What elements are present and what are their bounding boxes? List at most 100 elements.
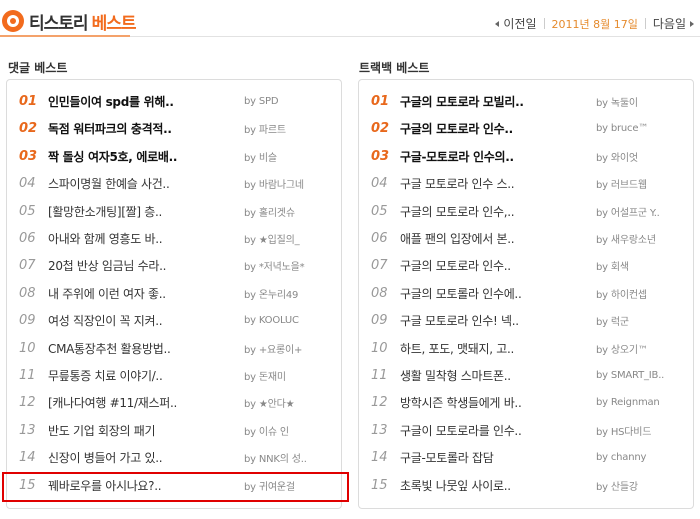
post-author: by KOOLUC [244, 315, 299, 327]
post-title-link[interactable]: 독점 워터파크의 충격적.. [48, 120, 172, 137]
post-title-link[interactable]: 구글-모토롤라 잡담 [400, 449, 494, 466]
trackback-best-list-item[interactable]: 09 구글 모토로라 인수! 넥.. by 럭군 [359, 307, 693, 334]
post-title-link[interactable]: 여성 직장인이 꼭 지켜.. [48, 312, 163, 329]
post-title-link[interactable]: 내 주위에 이런 여자 좋.. [48, 285, 166, 302]
trackback-best-list-item[interactable]: 03 구글-모토로라 인수의.. by 와이엇 [359, 143, 693, 170]
post-author: by HS다비드 [596, 426, 652, 438]
post-title-link[interactable]: [활망한소개팅][짤] 층.. [48, 203, 162, 220]
comment-best-list-item[interactable]: 02 독점 워터파크의 충격적.. by 파르트 [7, 115, 341, 142]
comment-best-list-item[interactable]: 07 20첩 반상 임금님 수라.. by *저녁노을* [7, 252, 341, 279]
comment-best-list-item[interactable]: 10 CMA통장추천 활용방법.. by +요롱이+ [7, 335, 341, 362]
nav-separator [543, 18, 545, 29]
prev-day-label: 이전일 [503, 17, 537, 31]
post-title-link[interactable]: 구글의 모토로라 인수.. [400, 120, 513, 137]
post-title-link[interactable]: 하트, 포도, 맷돼지, 고.. [400, 340, 514, 357]
next-day-link[interactable]: 다음일 [653, 15, 694, 32]
rank-number: 07 [371, 258, 388, 274]
rank-number: 10 [19, 340, 36, 356]
trackback-best-list-item[interactable]: 12 방학시즌 학생들에게 바.. by Reignman [359, 389, 693, 416]
post-author: by ★입질의_ [244, 235, 300, 246]
trackback-best-list-item[interactable]: 06 애플 팬의 입장에서 본.. by 새우랑소년 [359, 225, 693, 252]
post-title-link[interactable]: 방학시즌 학생들에게 바.. [400, 394, 522, 411]
post-title-link[interactable]: 반도 기업 회장의 패기 [48, 422, 156, 439]
post-title-link[interactable]: 구글의 모토롤라 인수에.. [400, 285, 522, 302]
header-underline [0, 35, 130, 37]
trackback-best-list-item[interactable]: 05 구글의 모토로라 인수,.. by 어설프군 Y.. [359, 198, 693, 225]
rank-number: 03 [371, 148, 390, 164]
post-title-link[interactable]: 구글 모토로라 인수 스.. [400, 175, 515, 192]
rank-number: 05 [19, 203, 36, 219]
post-title-link[interactable]: 20첩 반상 임금님 수라.. [48, 257, 166, 274]
comment-best-list-item[interactable]: 06 아내와 함께 영흥도 바.. by ★입질의_ [7, 225, 341, 252]
trackback-best-list-item[interactable]: 08 구글의 모토롤라 인수에.. by 하이컨셉 [359, 280, 693, 307]
rank-number: 12 [19, 395, 36, 411]
trackback-best-title: 트랙백 베스트 [359, 61, 430, 75]
date-navigation: 이전일 2011년 8월 17일 다음일 [495, 15, 694, 32]
post-title-link[interactable]: CMA통장추천 활용방법.. [48, 340, 171, 357]
post-title-link[interactable]: 구글-모토로라 인수의.. [400, 148, 514, 165]
rank-number: 14 [19, 450, 36, 466]
post-title-link[interactable]: 구글 모토로라 인수! 넥.. [400, 312, 519, 329]
rank-number: 12 [371, 395, 388, 411]
prev-arrow-icon [495, 20, 500, 27]
post-title-link[interactable]: 초록빛 나뭇잎 사이로.. [400, 477, 511, 494]
post-title-link[interactable]: 아내와 함께 영흥도 바.. [48, 230, 163, 247]
comment-best-list-item[interactable]: 09 여성 직장인이 꼭 지켜.. by KOOLUC [7, 307, 341, 334]
comment-best-list-item[interactable]: 14 신장이 병들어 가고 있.. by NNK의 성.. [7, 444, 341, 471]
post-title-link[interactable]: 스파이명월 한예슬 사건.. [48, 175, 170, 192]
post-author: by 홀리겟슈 [244, 207, 295, 219]
post-author: by 상오기™ [596, 344, 648, 356]
trackback-best-list-item[interactable]: 15 초록빛 나뭇잎 사이로.. by 산들강 [359, 472, 693, 499]
post-title-link[interactable]: 구글의 모토로라 모빌리.. [400, 93, 524, 110]
post-author: by SMART_IB.. [596, 370, 665, 381]
post-title-link[interactable]: 구글이 모토로라를 인수.. [400, 422, 522, 439]
comment-best-list-item[interactable]: 12 [캐나다여행 #11/재스퍼.. by ★안다★ [7, 389, 341, 416]
trackback-best-list-item[interactable]: 02 구글의 모토로라 인수.. by bruce™ [359, 115, 693, 142]
post-title-link[interactable]: 생활 밀착형 스마트폰.. [400, 367, 511, 384]
post-author: by 회색 [596, 262, 629, 274]
post-author: by *저녁노을* [244, 262, 305, 274]
post-title-link[interactable]: 구글의 모토로라 인수.. [400, 257, 511, 274]
next-day-label: 다음일 [652, 17, 686, 31]
post-title-link[interactable]: 무릎통증 치료 이야기/.. [48, 367, 163, 384]
post-title-link[interactable]: 짝 돌싱 여자5호, 에로배.. [48, 148, 177, 165]
trackback-best-list-item[interactable]: 11 생활 밀착형 스마트폰.. by SMART_IB.. [359, 362, 693, 389]
trackback-best-list-item[interactable]: 04 구글 모토로라 인수 스.. by 러브드웹 [359, 170, 693, 197]
comment-best-list-item[interactable]: 04 스파이명월 한예슬 사건.. by 바람나그네 [7, 170, 341, 197]
comment-best-list-item[interactable]: 01 인민들이여 spd를 위해.. by SPD [7, 88, 341, 115]
rank-number: 06 [371, 231, 388, 246]
rank-number: 15 [371, 477, 388, 493]
rank-number: 07 [19, 258, 36, 274]
page-header: 티스토리 베스트 이전일 2011년 8월 17일 다음일 [0, 0, 700, 40]
highlight-box [2, 472, 349, 502]
comment-best-list-item[interactable]: 08 내 주위에 이런 여자 좋.. by 온누리49 [7, 280, 341, 307]
logo[interactable]: 티스토리 베스트 [2, 6, 136, 36]
comment-best-list-item[interactable]: 11 무릎통증 치료 이야기/.. by 돈재미 [7, 362, 341, 389]
rank-number: 14 [371, 450, 388, 466]
trackback-best-list-item[interactable]: 10 하트, 포도, 맷돼지, 고.. by 상오기™ [359, 335, 693, 362]
trackback-best-list-item[interactable]: 01 구글의 모토로라 모빌리.. by 녹둘이 [359, 88, 693, 115]
trackback-best-list-item[interactable]: 14 구글-모토롤라 잡담 by channy [359, 444, 693, 471]
rank-number: 11 [371, 368, 388, 383]
trackback-best-list-item[interactable]: 07 구글의 모토로라 인수.. by 회색 [359, 252, 693, 279]
trackback-best-list-item[interactable]: 13 구글이 모토로라를 인수.. by HS다비드 [359, 417, 693, 444]
rank-number: 09 [371, 313, 388, 329]
comment-best-list-item[interactable]: 05 [활망한소개팅][짤] 층.. by 홀리겟슈 [7, 198, 341, 225]
prev-day-link[interactable]: 이전일 [495, 15, 537, 32]
rank-number: 02 [371, 121, 390, 137]
post-title-link[interactable]: 신장이 병들어 가고 있.. [48, 449, 163, 466]
comment-best-list-item[interactable]: 03 짝 돌싱 여자5호, 에로배.. by 비슬 [7, 143, 341, 170]
post-author: by bruce™ [596, 123, 649, 135]
post-author: by ★안다★ [244, 399, 295, 411]
post-author: by 돈재미 [244, 372, 286, 383]
post-author: by 하이컨셉 [596, 289, 647, 301]
post-title-link[interactable]: 인민들이여 spd를 위해.. [48, 93, 174, 110]
post-author: by 이슈 인 [244, 426, 289, 438]
post-title-link[interactable]: 애플 팬의 입장에서 본.. [400, 230, 515, 247]
post-title-link[interactable]: [캐나다여행 #11/재스퍼.. [48, 394, 177, 411]
post-author: by 바람나그네 [244, 180, 304, 192]
comment-best-list-item[interactable]: 13 반도 기업 회장의 패기 by 이슈 인 [7, 417, 341, 444]
post-author: by 파르트 [244, 125, 286, 137]
post-title-link[interactable]: 구글의 모토로라 인수,.. [400, 203, 515, 220]
rank-number: 08 [19, 285, 36, 301]
